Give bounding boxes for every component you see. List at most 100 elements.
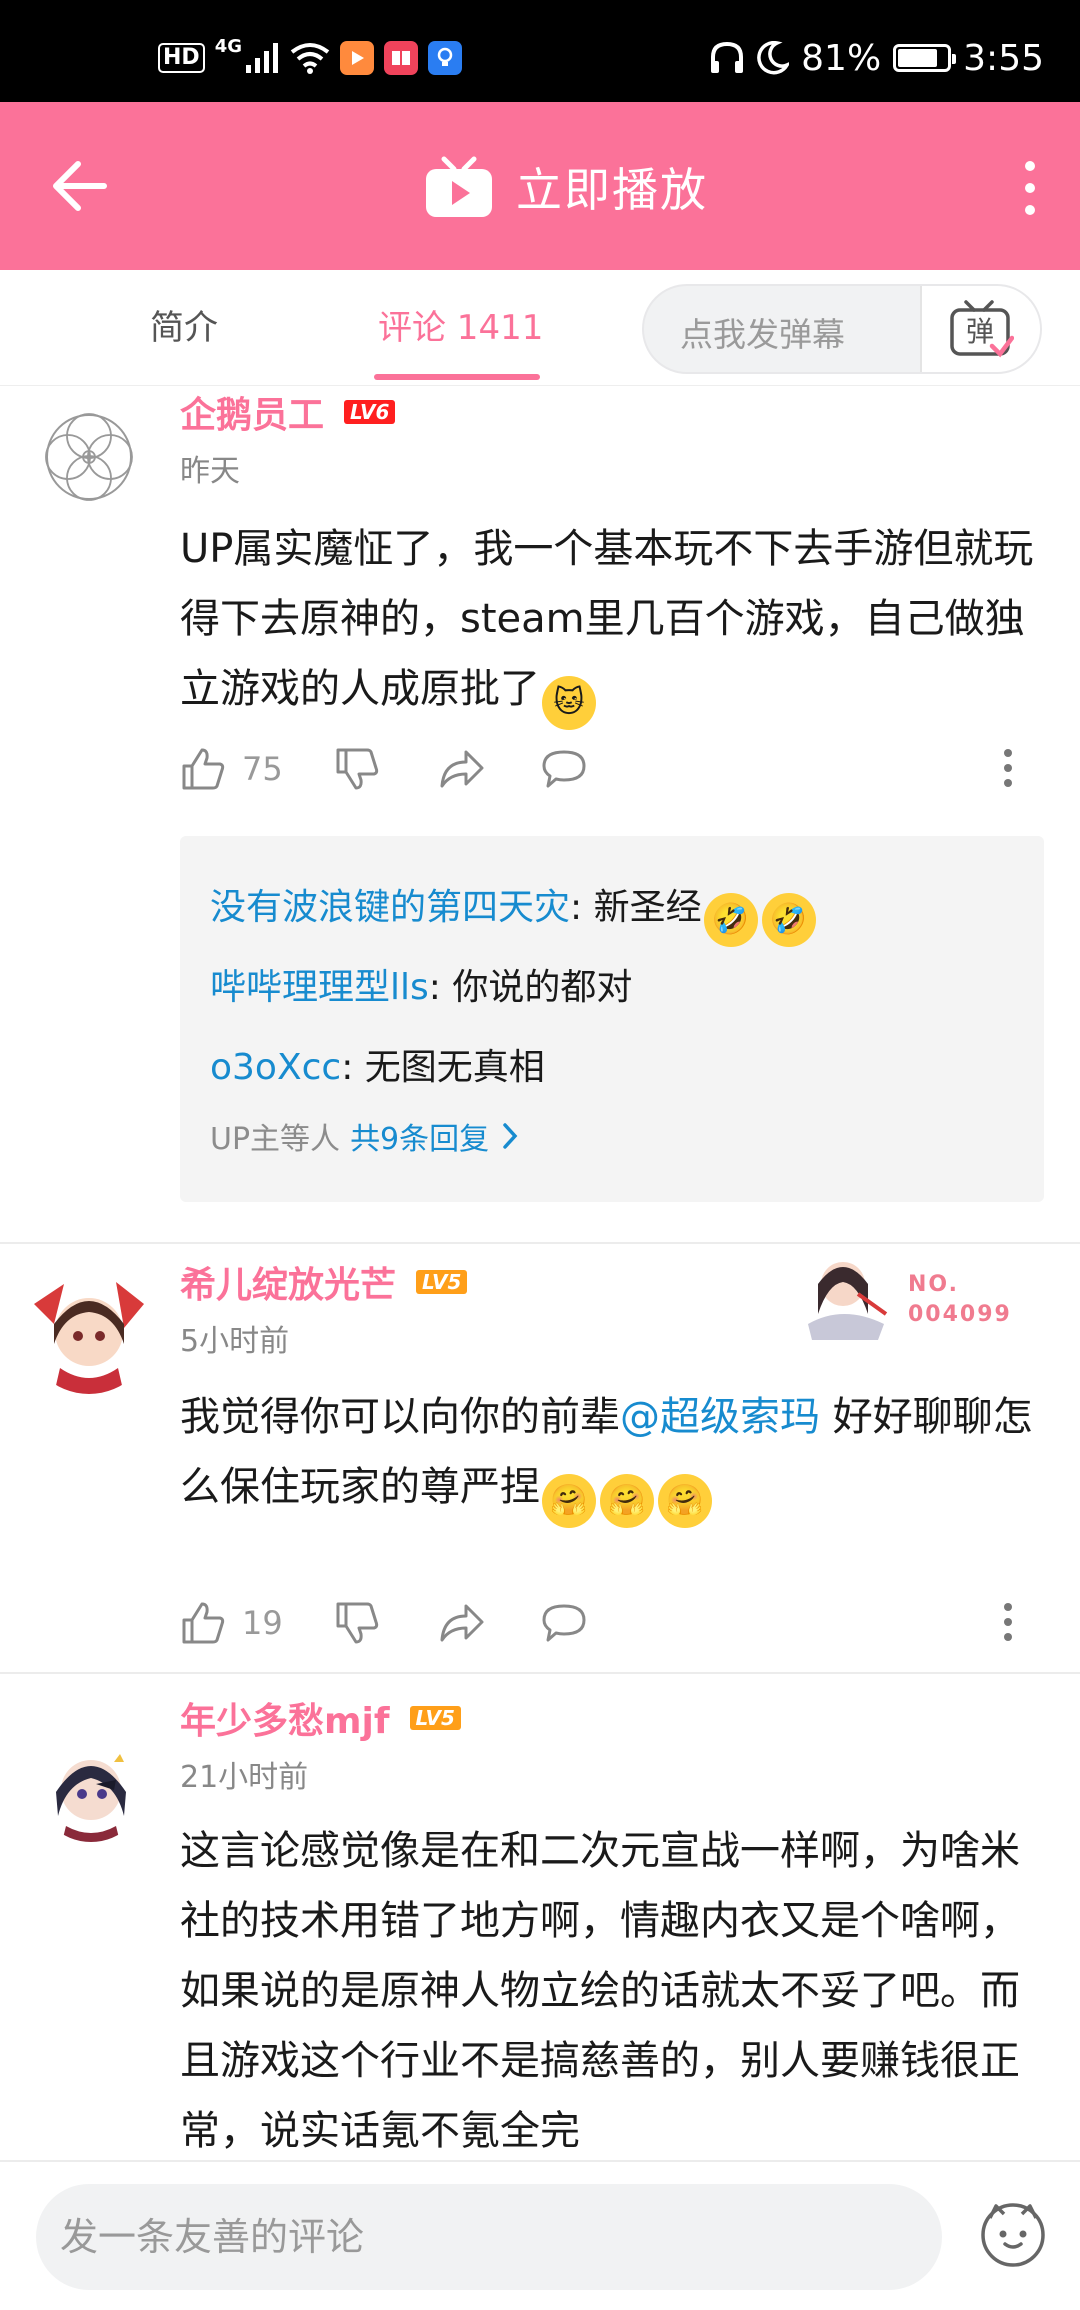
badge-no: NO. [908,1272,959,1297]
status-bar: HD 4G 81% 3:55 [0,0,1080,102]
danmaku-placeholder: 点我发弹幕 [680,315,845,354]
play-now-label: 立即播放 [516,163,708,217]
comment-text: 我觉得你可以向你的前辈@超级索玛 好好聊聊怎么保住玩家的尊严捏 🤗 🤗 🤗 [180,1382,1050,1528]
avatar[interactable] [24,392,154,522]
comment-time: 21小时前 [180,1760,309,1795]
reader-app-icon [384,41,418,75]
level-badge: LV5 [409,1706,461,1730]
badge-number: 004099 [908,1302,1012,1327]
divider [0,1672,1080,1674]
clock: 3:55 [963,37,1044,79]
comment-time: 5小时前 [180,1324,290,1359]
emoji-picker-icon[interactable] [978,2198,1048,2268]
back-arrow-icon[interactable] [48,154,112,218]
reply-line: 没有波浪键的第四天灾: 新圣经 🤣 🤣 [210,878,818,947]
comment-text: 这言论感觉像是在和二次元宣战一样啊，为啥米社的技术用错了地方啊，情趣内衣又是个啥… [180,1828,1020,2154]
username[interactable]: 年少多愁mjf [180,1692,390,1744]
username-row: 年少多愁mjf LV5 [180,1692,461,1744]
comment-text: UP属实魔怔了，我一个基本玩不下去手游但就玩得下去原神的，steam里几百个游戏… [180,514,1050,730]
signal-icon [246,43,278,73]
danmaku-input[interactable]: 点我发弹幕 弹 [642,284,1042,374]
comment-actions: 75 [180,742,1040,802]
comment-bubble-icon [542,750,586,788]
level-badge: LV6 [344,400,396,424]
thumbs-down-icon [336,1602,379,1644]
like-count: 75 [242,750,283,788]
wifi-icon [290,43,330,74]
network-type: 4G [214,36,242,57]
thumbs-down-icon [336,748,379,790]
reply-text: : 新圣经 [570,887,702,928]
battery-percent: 81% [801,37,882,79]
video-app-icon [340,41,374,75]
username-row: 希儿绽放光芒 LV5 [180,1256,468,1308]
comment-more-button[interactable] [1002,748,1014,788]
reply-preview-box[interactable]: 没有波浪键的第四天灾: 新圣经 🤣 🤣 哔哔理理型lls: 你说的都对 o3oXcc… [180,836,1044,1202]
bottom-input-bar: 发一条友善的评论 [0,2160,1080,2310]
avatar[interactable] [24,1264,154,1394]
username[interactable]: 希儿绽放光芒 [180,1256,396,1308]
danmaku-icon: 弹 [950,300,1014,358]
status-left: HD 4G [158,38,462,78]
comment-more-button[interactable] [1002,1602,1014,1642]
reply-button[interactable] [540,746,588,792]
like-count: 19 [242,1604,283,1642]
app-header: 立即播放 [0,102,1080,270]
hd-indicator: HD [158,43,205,73]
share-icon [440,1604,484,1642]
reply-username[interactable]: 哔哔理理型lls [210,967,429,1008]
like-button[interactable]: 19 [180,1600,283,1646]
reply-username[interactable]: 没有波浪键的第四天灾 [210,887,570,928]
reply-text: : 你说的都对 [428,967,633,1008]
chevron-right-icon [503,1123,518,1149]
tab-intro[interactable]: 简介 [150,300,218,349]
comment-bubble-icon [542,1604,586,1642]
comment-time: 昨天 [180,454,240,489]
dislike-button[interactable] [334,1600,380,1646]
active-tab-indicator [374,374,540,380]
tab-comments[interactable]: 评论 1411 [378,300,543,349]
reply-line: 哔哔理理型lls: 你说的都对 [210,958,632,1010]
cat-emoji-icon: 🐱 [542,676,596,730]
avatar[interactable] [36,1732,146,1842]
username-row: 企鹅员工 LV6 [180,386,396,438]
rofl-emoji-icon: 🤣 [703,893,758,947]
share-icon [440,750,484,788]
more-vertical-icon [1004,1603,1012,1641]
dislike-button[interactable] [334,746,380,792]
comment-actions: 19 [180,1596,1040,1656]
comment-item: 年少多愁mjf LV5 21小时前 这言论感觉像是在和二次元宣战一样啊，为啥米社… [0,1692,1080,2160]
moon-icon [757,41,790,75]
thumbs-up-icon [182,1602,225,1644]
user-mention-link[interactable]: @超级索玛 [620,1394,820,1440]
like-button[interactable]: 75 [180,746,283,792]
view-all-replies[interactable]: UP主等人 共9条回复 [210,1114,521,1158]
tab-bar: 简介 评论 1411 点我发弹幕 弹 [0,270,1080,386]
comment-body: UP属实魔怔了，我一个基本玩不下去手游但就玩得下去原神的，steam里几百个游戏… [180,526,1034,712]
fan-badge: NO. 004099 [798,1244,1058,1344]
comment-input[interactable]: 发一条友善的评论 [36,2184,942,2290]
thumbs-up-icon [182,748,225,790]
reply-username[interactable]: o3oXcc [210,1047,341,1088]
reply-count: 共9条回复 [350,1122,490,1157]
share-button[interactable] [438,746,486,792]
reply-text: : 无图无真相 [341,1047,545,1088]
share-button[interactable] [438,1600,486,1646]
status-right: 81% 3:55 [709,37,1044,79]
danmaku-toggle-button[interactable]: 弹 [920,286,1040,372]
level-badge: LV5 [416,1270,468,1294]
username[interactable]: 企鹅员工 [180,386,324,438]
comment-feed[interactable]: 企鹅员工 LV6 昨天 UP属实魔怔了，我一个基本玩不下去手游但就玩得下去原神的… [0,386,1080,2160]
reply-line: o3oXcc: 无图无真相 [210,1038,545,1090]
reply-button[interactable] [540,1600,588,1646]
battery-fill [898,49,938,67]
tv-play-icon [426,156,492,217]
more-vertical-icon[interactable] [1010,158,1050,218]
rofl-emoji-icon: 🤣 [761,893,816,947]
hug-emoji-icon: 🤗 [658,1474,712,1528]
hug-emoji-icon: 🤗 [600,1474,654,1528]
comment-item: 企鹅员工 LV6 昨天 UP属实魔怔了，我一个基本玩不下去手游但就玩得下去原神的… [0,386,1080,1240]
battery-icon [893,44,957,72]
hug-emoji-icon: 🤗 [542,1474,596,1528]
play-now-button[interactable]: 立即播放 [424,148,708,226]
